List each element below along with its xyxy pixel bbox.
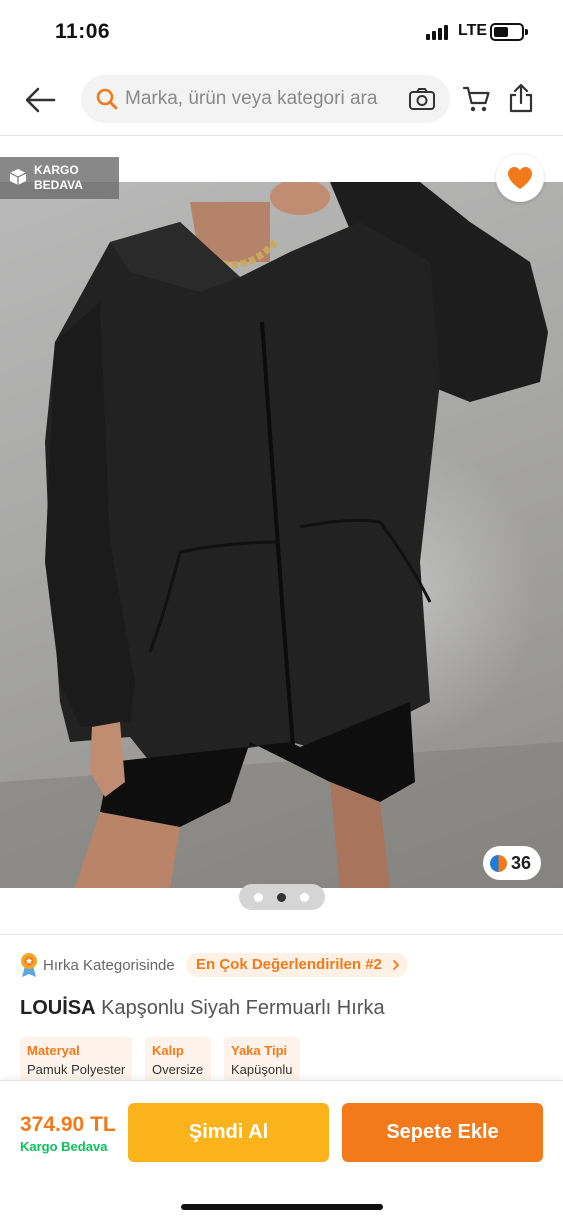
rank-label: Hırka Kategorisinde — [43, 957, 175, 974]
image-pager[interactable] — [239, 884, 325, 910]
free-shipping-label: Kargo Bedava — [20, 1139, 108, 1154]
attribute-chip: Yaka Tipi Kapüşonlu — [224, 1037, 300, 1081]
attribute-chip: Kalıp Oversize — [145, 1037, 211, 1081]
heart-icon — [508, 167, 532, 189]
pager-dot[interactable] — [300, 893, 309, 902]
cart-icon[interactable] — [462, 84, 492, 114]
review-icon — [490, 855, 507, 872]
review-count-badge[interactable]: 36 — [483, 846, 541, 880]
camera-icon[interactable] — [408, 86, 436, 112]
product-title: LOUİSA Kapşonlu Siyah Fermuarlı Hırka — [20, 997, 385, 1020]
medal-icon — [20, 952, 38, 978]
buy-now-button[interactable]: Şimdi Al — [128, 1103, 329, 1162]
rank-pill-label: En Çok Değerlendirilen #2 — [196, 956, 382, 973]
pager-dot[interactable] — [254, 893, 263, 902]
product-photo — [0, 182, 563, 888]
category-rank[interactable]: Hırka Kategorisinde En Çok Değerlendiril… — [20, 952, 440, 980]
divider — [0, 934, 563, 935]
attribute-chip: Materyal Pamuk Polyester — [20, 1037, 132, 1081]
review-count: 36 — [511, 853, 532, 873]
home-indicator[interactable] — [181, 1204, 383, 1210]
rank-pill[interactable]: En Çok Değerlendirilen #2 — [186, 953, 408, 977]
search-bar[interactable]: Marka, ürün veya kategori ara — [81, 75, 450, 123]
chevron-right-icon — [392, 960, 400, 970]
attribute-value: Kapüşonlu — [231, 1062, 293, 1077]
search-icon — [95, 87, 119, 111]
status-bar: 11:06 LTE — [0, 0, 563, 62]
search-input[interactable]: Marka, ürün veya kategori ara — [125, 88, 377, 110]
pager-dot-active[interactable] — [277, 893, 286, 902]
status-time: 11:06 — [55, 20, 111, 43]
network-type: LTE — [458, 22, 488, 39]
attribute-key: Materyal — [27, 1043, 80, 1058]
attribute-key: Kalıp — [152, 1043, 184, 1058]
kargo-badge-label: KARGO BEDAVA — [34, 163, 83, 192]
attribute-value: Pamuk Polyester — [27, 1062, 126, 1077]
signal-icon — [426, 24, 452, 40]
share-icon[interactable] — [507, 82, 535, 114]
back-arrow-icon[interactable] — [22, 82, 58, 118]
battery-icon — [490, 23, 528, 41]
product-image-gallery[interactable] — [0, 182, 563, 888]
favorite-button[interactable] — [496, 154, 544, 202]
top-nav: Marka, ürün veya kategori ara — [0, 62, 563, 136]
price: 374.90 TL — [20, 1113, 116, 1136]
box-icon — [8, 167, 28, 187]
attribute-value: Oversize — [152, 1062, 204, 1077]
product-brand[interactable]: LOUİSA — [20, 997, 96, 1019]
attribute-key: Yaka Tipi — [231, 1043, 288, 1058]
free-shipping-badge: KARGO BEDAVA — [0, 157, 119, 199]
product-name: Kapşonlu Siyah Fermuarlı Hırka — [101, 997, 385, 1019]
add-to-cart-button[interactable]: Sepete Ekle — [342, 1103, 543, 1162]
purchase-bar: 374.90 TL Kargo Bedava Şimdi Al Sepete E… — [0, 1080, 563, 1219]
